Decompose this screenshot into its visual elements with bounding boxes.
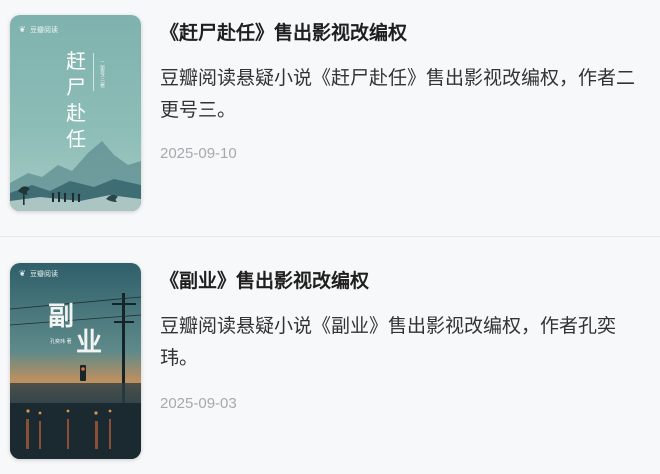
brand-logo-icon: ❦ <box>19 269 26 278</box>
svg-text:赶: 赶 <box>66 49 86 73</box>
cover-author: 二更号三 著 <box>99 61 105 89</box>
article-summary: 豆瓣阅读悬疑小说《赶尸赴任》售出影视改编权，作者二更号三。 <box>160 67 636 121</box>
book-cover-illustration: 豆瓣阅读 ❦ 副 业 孔奕玮 著 <box>10 263 141 459</box>
svg-text:赴: 赴 <box>66 101 86 125</box>
brand-logo-icon: ❦ <box>19 25 26 34</box>
svg-text:任: 任 <box>66 127 86 151</box>
book-cover-image[interactable]: 豆瓣阅读 ❦ 赶 尸 赴 任 二更号三 著 <box>10 15 141 211</box>
svg-text:业: 业 <box>76 328 102 358</box>
article-title[interactable]: 《副业》售出影视改编权 <box>160 266 640 296</box>
cover-author: 孔奕玮 著 <box>50 338 72 345</box>
article-title[interactable]: 《赶尸赴任》售出影视改编权 <box>160 18 640 48</box>
cover-brand: 豆瓣阅读 <box>30 25 58 34</box>
article-date: 2025-09-10 <box>160 145 237 162</box>
article-text: 《副业》售出影视改编权 豆瓣阅读悬疑小说《副业》售出影视改编权，作者孔奕玮。 2… <box>160 266 640 414</box>
svg-text:尸: 尸 <box>66 75 86 99</box>
svg-text:副: 副 <box>48 302 74 332</box>
article-card[interactable]: 豆瓣阅读 ❦ 赶 尸 赴 任 二更号三 著 《赶尸赴任》售出影视改编权 豆瓣阅读… <box>0 0 660 236</box>
book-cover-illustration: 豆瓣阅读 ❦ 赶 尸 赴 任 二更号三 著 <box>10 15 141 211</box>
article-summary: 豆瓣阅读悬疑小说《副业》售出影视改编权，作者孔奕玮。 <box>160 315 617 369</box>
cover-brand: 豆瓣阅读 <box>30 269 58 278</box>
article-text: 《赶尸赴任》售出影视改编权 豆瓣阅读悬疑小说《赶尸赴任》售出影视改编权，作者二更… <box>160 18 640 164</box>
article-card[interactable]: 豆瓣阅读 ❦ 副 业 孔奕玮 著 《副业》售出影视改编权 豆瓣阅读悬疑小说《副业… <box>0 237 660 474</box>
book-cover-image[interactable]: 豆瓣阅读 ❦ 副 业 孔奕玮 著 <box>10 263 141 459</box>
article-date: 2025-09-03 <box>160 395 237 412</box>
article-feed: 豆瓣阅读 ❦ 赶 尸 赴 任 二更号三 著 《赶尸赴任》售出影视改编权 豆瓣阅读… <box>0 0 660 474</box>
